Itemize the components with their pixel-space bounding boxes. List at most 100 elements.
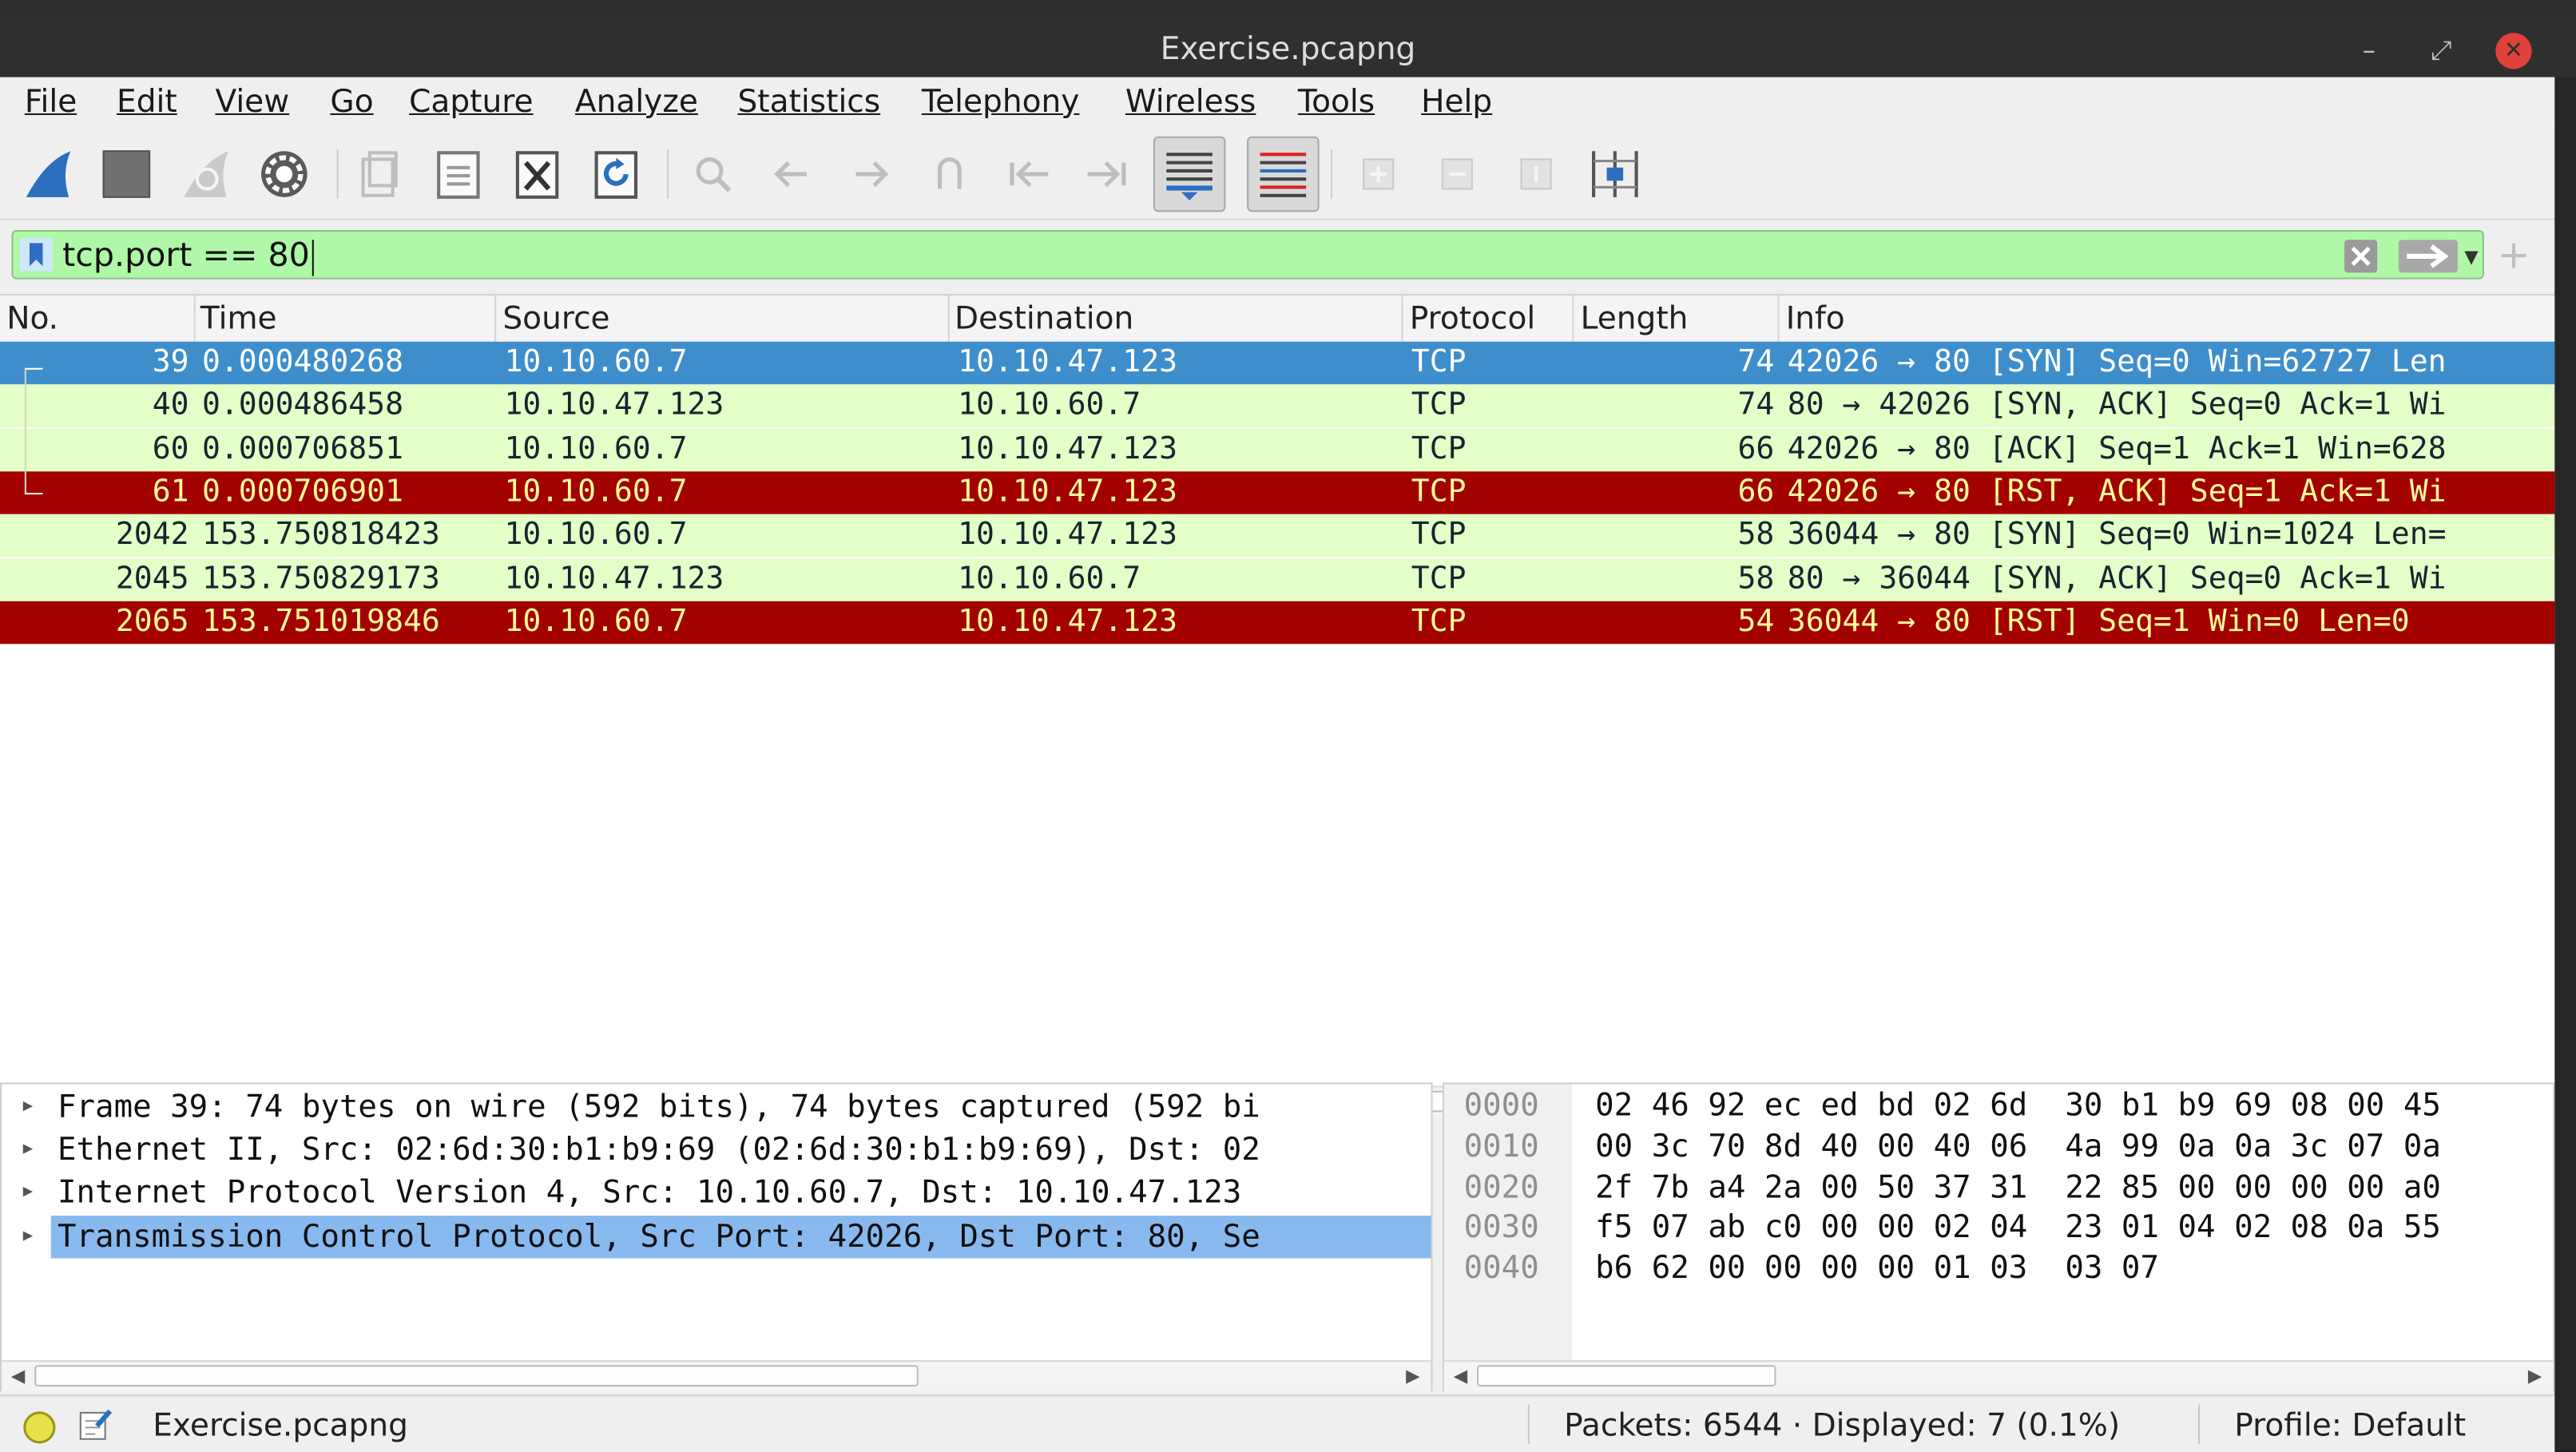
- clear-filter-icon[interactable]: [2343, 238, 2379, 274]
- packet-time: 153.751019846: [201, 604, 440, 639]
- capture-options-button[interactable]: [253, 143, 316, 205]
- hex-row[interactable]: 0040 b6 62 00 00 00 00 01 03 03 07: [1444, 1249, 2556, 1290]
- packet-row[interactable]: 2065 153.751019846 10.10.60.7 10.10.47.123 T…: [0, 601, 2555, 644]
- packet-length: 66: [1737, 474, 1775, 510]
- packet-dst: 10.10.47.123: [958, 474, 1178, 510]
- expand-arrow-icon[interactable]: ▶: [23, 1215, 33, 1257]
- column-divider[interactable]: [1572, 296, 1574, 342]
- normal-size-button[interactable]: [1505, 143, 1567, 205]
- scroll-thumb[interactable]: [34, 1365, 919, 1387]
- hex-row[interactable]: 0000 02 46 92 ec ed bd 02 6d 30 b1 b9 69 …: [1444, 1086, 2556, 1127]
- go-to-packet-button[interactable]: [919, 143, 981, 205]
- menu-view[interactable]: View: [215, 84, 289, 120]
- restart-shark-icon: [184, 151, 228, 197]
- packet-time: 0.000486458: [201, 388, 404, 423]
- packet-row[interactable]: 2042 153.750818423 10.10.60.7 10.10.47.123 T…: [0, 514, 2555, 557]
- bytes-hscrollbar[interactable]: ◀ ▶: [1443, 1360, 2554, 1392]
- expand-arrow-icon[interactable]: ▶: [23, 1172, 33, 1214]
- reload-file-button[interactable]: [585, 143, 647, 205]
- menu-go[interactable]: Go: [330, 84, 373, 120]
- open-file-button[interactable]: [348, 143, 411, 205]
- resize-columns-button[interactable]: [1584, 143, 1646, 205]
- stop-capture-button[interactable]: [95, 143, 157, 205]
- scroll-left-arrow-icon[interactable]: ◀: [1447, 1363, 1474, 1390]
- back-button[interactable]: [760, 143, 823, 205]
- column-divider[interactable]: [1401, 296, 1403, 342]
- menu-statistics[interactable]: Statistics: [738, 84, 881, 120]
- packet-row[interactable]: 39 0.000480268 10.10.60.7 10.10.47.123 TCP 42…: [0, 341, 2555, 385]
- forward-button[interactable]: [839, 143, 902, 205]
- display-filter-input[interactable]: tcp.port == 80 ▼: [11, 229, 2484, 280]
- menu-bar: File Edit View Go Capture Analyze Statis…: [0, 77, 2555, 127]
- menu-label: Capture: [409, 83, 534, 121]
- detail-tree-item[interactable]: ▶ Ethernet II, Src: 02:6d:30:b1:b9:69 (02…: [2, 1129, 1431, 1171]
- hex-row[interactable]: 0020 2f 7b a4 2a 00 50 37 31 22 85 00 00 …: [1444, 1168, 2556, 1208]
- hex-row[interactable]: 0010 00 3c 70 8d 40 00 40 06 4a 99 0a 0a …: [1444, 1127, 2556, 1168]
- column-header-info[interactable]: Info: [1786, 300, 1845, 336]
- column-divider[interactable]: [494, 296, 497, 342]
- packet-proto: TCP: [1411, 431, 1467, 466]
- expand-arrow-icon[interactable]: ▶: [23, 1129, 33, 1171]
- detail-tree-item[interactable]: ▶ Frame 39: 74 bytes on wire (592 bits), …: [2, 1086, 1431, 1129]
- column-divider[interactable]: [947, 296, 950, 342]
- menu-edit[interactable]: Edit: [117, 84, 177, 120]
- menu-help[interactable]: Help: [1421, 84, 1492, 120]
- scroll-right-arrow-icon[interactable]: ▶: [2522, 1363, 2548, 1390]
- filter-history-dropdown-icon[interactable]: ▼: [2464, 247, 2478, 268]
- column-header-protocol[interactable]: Protocol: [1410, 300, 1536, 336]
- column-header-source[interactable]: Source: [502, 300, 609, 336]
- column-header-length[interactable]: Length: [1581, 300, 1689, 336]
- menu-wireless[interactable]: Wireless: [1125, 84, 1256, 120]
- column-header-destination[interactable]: Destination: [955, 300, 1133, 336]
- packet-row[interactable]: 2045 153.750829173 10.10.47.123 10.10.60.7 T…: [0, 557, 2555, 601]
- first-packet-button[interactable]: [997, 143, 1059, 205]
- menu-capture[interactable]: Capture: [409, 84, 533, 120]
- hex-row[interactable]: 0030 f5 07 ab c0 00 00 02 04 23 01 04 02 …: [1444, 1208, 2556, 1249]
- scroll-right-arrow-icon[interactable]: ▶: [1399, 1363, 1426, 1390]
- zoom-out-icon: [1441, 158, 1473, 190]
- add-filter-button-icon[interactable]: +: [2497, 232, 2530, 278]
- last-packet-button[interactable]: [1076, 143, 1138, 205]
- column-divider[interactable]: [1777, 296, 1780, 342]
- packet-time: 0.000706901: [201, 474, 404, 510]
- bookmark-icon[interactable]: [19, 238, 53, 272]
- column-header-no[interactable]: No.: [6, 300, 58, 336]
- status-profile[interactable]: Profile: Default: [2234, 1408, 2466, 1444]
- zoom-out-button[interactable]: [1426, 143, 1488, 205]
- packet-bytes-pane: 0000 02 46 92 ec ed bd 02 6d 30 b1 b9 69 …: [1442, 1082, 2556, 1392]
- colorize-toggle[interactable]: [1247, 136, 1320, 212]
- maximize-button[interactable]: ⤢: [2423, 33, 2459, 69]
- menu-analyze[interactable]: Analyze: [575, 84, 698, 120]
- filter-text: tcp.port == 80: [62, 235, 310, 275]
- menu-file[interactable]: File: [25, 84, 77, 120]
- expand-arrow-icon[interactable]: ▶: [23, 1086, 33, 1129]
- zoom-in-button[interactable]: [1348, 143, 1410, 205]
- minimize-button[interactable]: –: [2351, 33, 2387, 69]
- apply-filter-arrow-icon[interactable]: [2398, 240, 2458, 273]
- expert-info-status-icon[interactable]: [22, 1410, 58, 1446]
- menu-label: Tools: [1297, 83, 1375, 121]
- column-divider[interactable]: [193, 296, 196, 342]
- column-header-time[interactable]: Time: [200, 300, 277, 336]
- packet-row[interactable]: 40 0.000486458 10.10.47.123 10.10.60.7 TCP 80…: [0, 384, 2555, 428]
- packet-row[interactable]: 60 0.000706851 10.10.60.7 10.10.47.123 TCP 42…: [0, 427, 2555, 471]
- packet-row[interactable]: 61 0.000706901 10.10.60.7 10.10.47.123 TCP 42…: [0, 471, 2555, 514]
- scroll-left-arrow-icon[interactable]: ◀: [5, 1363, 31, 1390]
- close-file-button[interactable]: [506, 143, 568, 205]
- details-hscrollbar[interactable]: ◀ ▶: [2, 1360, 1431, 1392]
- restart-capture-button[interactable]: [174, 143, 236, 205]
- zoom-in-icon: [1363, 158, 1395, 190]
- save-file-button[interactable]: [427, 143, 490, 205]
- detail-tree-item[interactable]: ▶ Internet Protocol Version 4, Src: 10.10…: [2, 1172, 1431, 1214]
- close-window-button[interactable]: ✕: [2495, 33, 2532, 69]
- autoscroll-toggle[interactable]: [1153, 136, 1226, 212]
- arrow-right-icon: [855, 161, 889, 188]
- capture-comment-icon[interactable]: [77, 1406, 113, 1442]
- detail-tree-item[interactable]: ▶ Transmission Control Protocol, Src Port…: [2, 1215, 1431, 1258]
- window-title: Exercise.pcapng: [1160, 31, 1416, 68]
- find-packet-button[interactable]: [682, 143, 744, 205]
- start-capture-button[interactable]: [17, 143, 79, 205]
- menu-tools[interactable]: Tools: [1298, 84, 1375, 120]
- menu-telephony[interactable]: Telephony: [922, 84, 1080, 120]
- scroll-thumb[interactable]: [1477, 1365, 1776, 1387]
